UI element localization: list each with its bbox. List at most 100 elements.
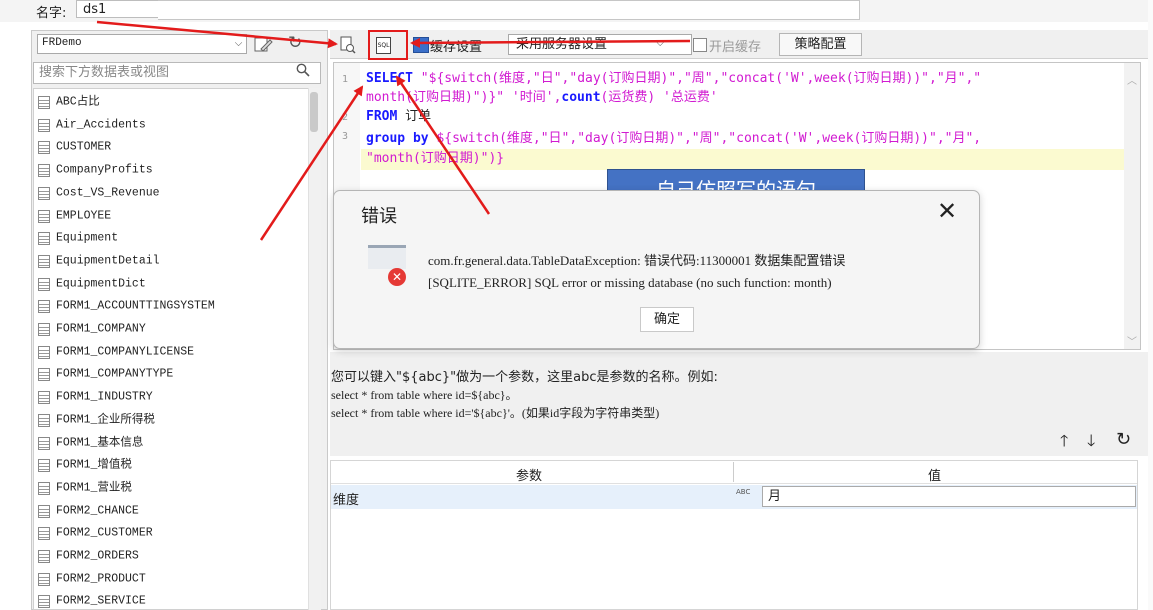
error-message: com.fr.general.data.TableDataException: … [428,253,846,268]
list-item[interactable]: FORM2_CHANCE [38,500,139,522]
search-icon[interactable] [296,63,310,81]
table-icon [38,391,50,405]
list-item[interactable]: EMPLOYEE [38,205,111,227]
table-name: EquipmentDict [56,277,146,291]
code-line[interactable]: month(订购日期)")}" '时间',count(运货费) '总运费' [366,89,718,107]
table-icon [38,186,50,200]
refresh-icon[interactable]: ↻ [288,33,302,53]
column-header-param: 参数 [516,469,543,484]
list-item[interactable]: FORM1_INDUSTRY [38,386,153,408]
list-item[interactable]: EquipmentDict [38,273,146,295]
table-name: CompanyProfits [56,163,153,177]
list-item[interactable]: FORM1_COMPANY [38,318,146,340]
chevron-down-icon[interactable]: ⌵ [230,34,247,54]
list-scrollbar-thumb[interactable] [310,92,318,132]
table-icon [38,254,50,268]
table-icon [38,550,50,563]
list-item[interactable]: FORM2_CUSTOMER [38,522,153,544]
edit-datasource-icon[interactable] [252,35,274,55]
sql-string: month(订购日期)")}" '时间', [366,90,562,105]
editor-scrollbar[interactable] [1124,63,1140,349]
param-value-input[interactable]: 月 [762,486,1136,507]
table-icon [38,481,50,495]
cache-server-select[interactable]: 采用服务器设置 [508,34,692,55]
help-example: select * from table where id=${abc}。 [331,388,518,402]
table-name: CUSTOMER [56,140,112,154]
param-name-cell: 维度 [333,493,360,508]
table-icon [38,209,50,223]
move-up-icon[interactable]: 🡑 [1060,430,1068,457]
refresh-params-icon[interactable]: ↻ [1116,429,1131,450]
table-icon [38,118,50,132]
chevron-down-icon[interactable]: ⌵ [656,36,664,50]
scroll-up-icon[interactable]: ︿ [1127,72,1137,87]
code-line[interactable]: SELECT "${switch(维度,"日","day(订购日期)","周",… [366,70,981,88]
datasource-select-value: FRDemo [42,37,82,49]
list-item[interactable]: FORM2_SERVICE [38,590,146,609]
table-name: FORM2_PRODUCT [56,572,146,586]
table-icon [38,459,50,473]
table-name: FORM1_企业所得税 [56,413,155,427]
sql-keyword: FROM [366,109,398,124]
list-item[interactable]: CompanyProfits [38,159,153,181]
list-item[interactable]: Air_Accidents [38,114,146,136]
table-icon [38,595,50,609]
column-divider[interactable] [733,462,734,482]
table-name: EMPLOYEE [56,209,112,222]
list-item[interactable]: Equipment [38,227,118,249]
enable-cache-label: 开启缓存 [709,40,762,55]
sql-text: 订单 [397,109,432,124]
table-icon [38,323,50,336]
preview-icon[interactable] [340,36,356,54]
help-example: select * from table where id='${abc}'。(如… [331,406,660,420]
close-icon[interactable]: ✕ [937,197,957,225]
list-item[interactable]: FORM1_ACCOUNTTINGSYSTEM [38,295,215,317]
list-scrollbar[interactable] [308,88,321,610]
list-item[interactable]: FORM1_企业所得税 [38,409,155,431]
table-icon [38,141,50,155]
table-search-input[interactable]: 搜索下方数据表或视图 [33,62,321,84]
cache-settings-icon[interactable] [413,37,429,53]
sql-string: (运货费) '总运费' [600,90,718,105]
list-item[interactable]: ABC占比 [38,91,100,113]
list-item[interactable]: EquipmentDetail [38,250,160,272]
table-icon [38,572,50,586]
move-down-icon[interactable]: 🡓 [1087,430,1095,457]
strategy-config-button[interactable]: 策略配置 [779,33,862,56]
name-input[interactable]: ds1 [76,0,159,18]
file-icon [368,245,406,269]
sql-string: ${switch(维度,"日","day(订购日期)","周","concat(… [428,131,982,146]
table-name: FORM1_营业税 [56,481,132,495]
cache-settings-label[interactable]: 缓存设置 [430,36,482,55]
table-name: FORM1_COMPANY [56,322,146,336]
column-header-value: 值 [928,469,942,484]
table-icon [38,277,50,291]
list-item[interactable]: FORM2_ORDERS [38,545,139,567]
string-type-icon[interactable]: ABC [736,488,750,496]
list-item[interactable]: Cost_VS_Revenue [38,182,160,204]
list-item[interactable]: FORM1_营业税 [38,477,132,499]
scroll-down-icon[interactable]: ﹀ [1127,333,1137,348]
list-item[interactable]: FORM1_COMPANYLICENSE [38,341,194,363]
table-name: FORM2_ORDERS [56,549,139,563]
list-item[interactable]: FORM1_COMPANYTYPE [38,363,173,385]
enable-cache-checkbox[interactable] [693,38,707,52]
sql-file-icon[interactable]: SQL [376,37,391,54]
table-name: FORM2_SERVICE [56,594,146,608]
code-line[interactable]: group by ${switch(维度,"日","day(订购日期)","周"… [366,130,981,148]
table-name: FORM1_COMPANYLICENSE [56,345,195,359]
table-name: Cost_VS_Revenue [56,186,160,200]
table-name: FORM2_CHANCE [56,504,139,518]
table-name: FORM1_增值税 [56,458,132,472]
list-item[interactable]: CUSTOMER [38,136,111,158]
code-line[interactable]: "month(订购日期)")} [366,150,504,168]
confirm-button[interactable]: 确定 [640,307,694,332]
list-item[interactable]: FORM1_基本信息 [38,432,143,454]
line-number: 1 [342,74,349,85]
table-name: ABC占比 [56,95,100,109]
list-item[interactable]: FORM1_增值税 [38,454,132,476]
list-item[interactable]: FORM2_PRODUCT [38,568,146,590]
table-name: FORM1_ACCOUNTTINGSYSTEM [56,299,215,313]
name-field-extension[interactable] [158,0,860,20]
code-line[interactable]: FROM 订单 [366,108,431,126]
